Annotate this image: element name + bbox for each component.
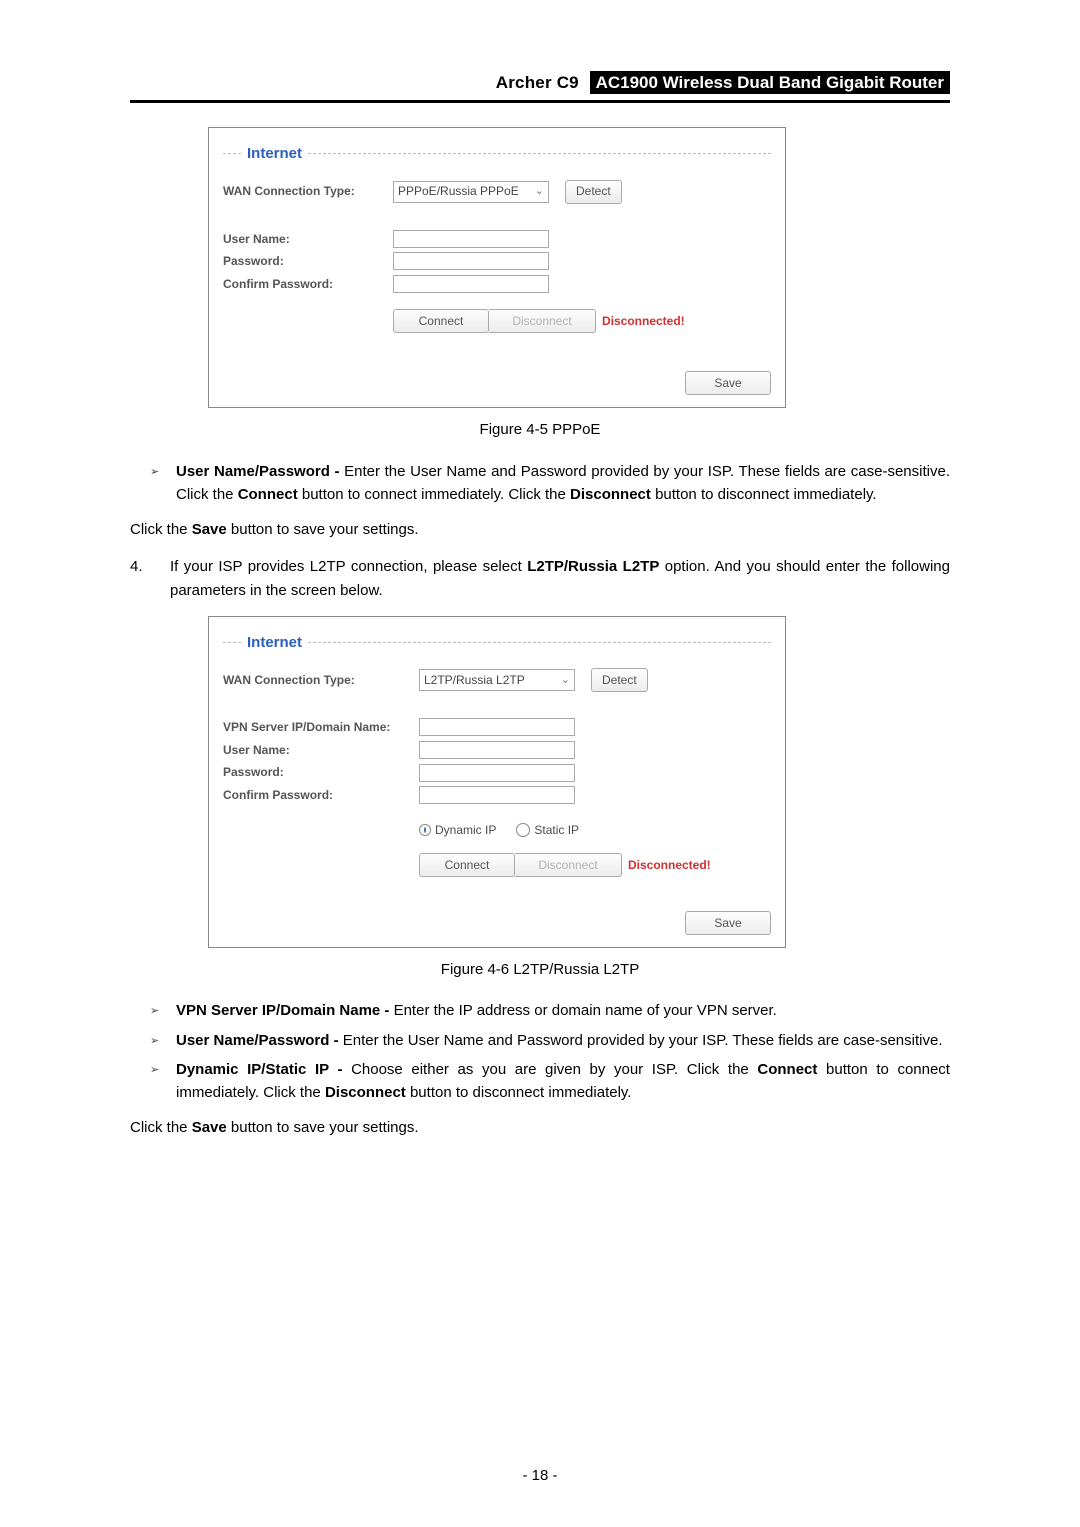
dynamic-ip-label: Dynamic IP <box>435 821 496 840</box>
chevron-down-icon: ⌄ <box>535 183 544 200</box>
disconnect-button[interactable]: Disconnect <box>515 853 622 877</box>
arrow-icon: ➢ <box>150 460 176 507</box>
connection-status: Disconnected! <box>628 856 711 875</box>
l2tp-panel: Internet WAN Connection Type: L2TP/Russi… <box>208 616 786 948</box>
model-label: Archer C9 <box>496 73 579 92</box>
wan-type-label: WAN Connection Type: <box>223 671 419 690</box>
bullet-item: ➢ User Name/Password - Enter the User Na… <box>150 1029 950 1052</box>
product-label: AC1900 Wireless Dual Band Gigabit Router <box>590 71 950 94</box>
static-ip-label: Static IP <box>534 821 579 840</box>
detect-button[interactable]: Detect <box>591 668 648 692</box>
wan-type-value: PPPoE/Russia PPPoE <box>398 182 519 201</box>
wan-type-label: WAN Connection Type: <box>223 182 393 201</box>
detect-button[interactable]: Detect <box>565 180 622 204</box>
wan-type-select[interactable]: L2TP/Russia L2TP ⌄ <box>419 669 575 691</box>
disconnect-button[interactable]: Disconnect <box>489 309 596 333</box>
page-header: Archer C9 AC1900 Wireless Dual Band Giga… <box>130 70 950 96</box>
password-input[interactable] <box>419 764 575 782</box>
save-note-1: Click the Save button to save your setti… <box>130 518 950 541</box>
save-button[interactable]: Save <box>685 371 771 395</box>
panel-title: Internet <box>247 631 302 654</box>
page-number: - 18 - <box>0 1464 1080 1487</box>
connection-status: Disconnected! <box>602 312 685 331</box>
figure-caption-1: Figure 4-5 PPPoE <box>130 418 950 441</box>
confirm-password-input[interactable] <box>419 786 575 804</box>
wan-type-value: L2TP/Russia L2TP <box>424 671 525 690</box>
connect-button[interactable]: Connect <box>393 309 489 333</box>
username-label: User Name: <box>223 741 419 760</box>
chevron-down-icon: ⌄ <box>561 672 570 689</box>
username-input[interactable] <box>419 741 575 759</box>
figure-caption-2: Figure 4-6 L2TP/Russia L2TP <box>130 958 950 981</box>
panel-title: Internet <box>247 142 302 165</box>
arrow-icon: ➢ <box>150 1058 176 1105</box>
vpn-server-label: VPN Server IP/Domain Name: <box>223 718 419 737</box>
pppoe-panel: Internet WAN Connection Type: PPPoE/Russ… <box>208 127 786 408</box>
vpn-server-input[interactable] <box>419 718 575 736</box>
save-note-2: Click the Save button to save your setti… <box>130 1116 950 1139</box>
confirm-password-label: Confirm Password: <box>223 786 419 805</box>
confirm-password-label: Confirm Password: <box>223 275 393 294</box>
bullet-item: ➢ User Name/Password - Enter the User Na… <box>150 460 950 507</box>
header-rule <box>130 100 950 103</box>
password-label: Password: <box>223 252 393 271</box>
step-number: 4. <box>130 555 170 602</box>
static-ip-radio[interactable] <box>516 823 530 837</box>
wan-type-select[interactable]: PPPoE/Russia PPPoE ⌄ <box>393 181 549 203</box>
save-button[interactable]: Save <box>685 911 771 935</box>
username-label: User Name: <box>223 230 393 249</box>
confirm-password-input[interactable] <box>393 275 549 293</box>
bullet-strong: User Name/Password - <box>176 463 340 480</box>
username-input[interactable] <box>393 230 549 248</box>
password-input[interactable] <box>393 252 549 270</box>
step-4: 4. If your ISP provides L2TP connection,… <box>130 555 950 602</box>
arrow-icon: ➢ <box>150 999 176 1022</box>
bullet-item: ➢ Dynamic IP/Static IP - Choose either a… <box>150 1058 950 1105</box>
bullet-item: ➢ VPN Server IP/Domain Name - Enter the … <box>150 999 950 1022</box>
password-label: Password: <box>223 763 419 782</box>
dynamic-ip-radio[interactable] <box>419 824 431 836</box>
arrow-icon: ➢ <box>150 1029 176 1052</box>
connect-button[interactable]: Connect <box>419 853 515 877</box>
